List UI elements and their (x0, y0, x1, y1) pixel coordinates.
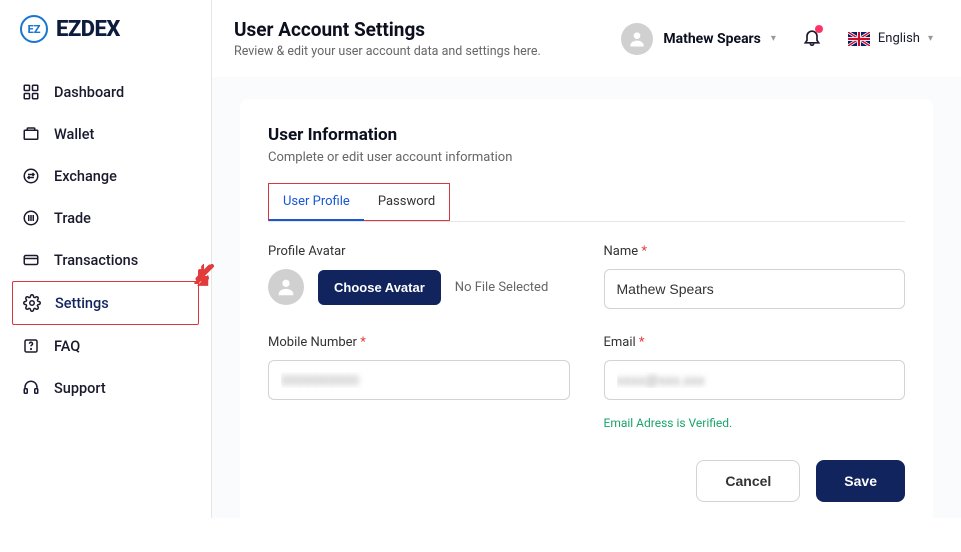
language-label: English (878, 31, 920, 46)
brand-mark-icon: EZ (20, 15, 48, 43)
sidebar-item-label: Support (54, 380, 106, 397)
transactions-icon (22, 251, 40, 269)
sidebar-item-label: Dashboard (54, 84, 124, 101)
arrow-callout-icon (192, 264, 216, 288)
sidebar-item-trade[interactable]: Trade (12, 197, 199, 239)
field-mobile: Mobile Number * (268, 335, 570, 430)
notifications-button[interactable] (802, 27, 822, 51)
brand-logo[interactable]: EZ EZDEX (0, 15, 211, 63)
notification-dot-icon (815, 25, 823, 33)
file-status: No File Selected (455, 280, 549, 295)
page-subtitle: Review & edit your user account data and… (234, 44, 541, 59)
sidebar-item-faq[interactable]: FAQ (12, 325, 199, 367)
tabs-row: User Profile Password (268, 183, 905, 222)
sidebar-item-label: Transactions (54, 252, 138, 269)
sidebar-item-settings[interactable]: Settings (12, 281, 199, 325)
page-title: User Account Settings (234, 18, 541, 41)
field-avatar: Profile Avatar Choose Avatar No File Sel… (268, 244, 570, 309)
header: User Account Settings Review & edit your… (212, 0, 961, 77)
avatar-icon (621, 23, 653, 55)
sidebar-item-exchange[interactable]: Exchange (12, 155, 199, 197)
avatar-label: Profile Avatar (268, 244, 570, 259)
sidebar-item-dashboard[interactable]: Dashboard (12, 71, 199, 113)
sidebar-item-label: Wallet (54, 126, 94, 143)
uk-flag-icon (848, 32, 870, 46)
card-title: User Information (268, 125, 905, 145)
exchange-icon (22, 167, 40, 185)
save-button[interactable]: Save (816, 460, 905, 502)
tabs-callout: User Profile Password (268, 183, 450, 221)
chevron-down-icon: ▾ (928, 33, 933, 44)
email-label: Email * (604, 335, 906, 350)
field-name: Name * (604, 244, 906, 309)
mobile-label: Mobile Number * (268, 335, 570, 350)
sidebar-item-label: Exchange (54, 168, 117, 185)
sidebar-item-label: Settings (55, 295, 109, 312)
trade-icon (22, 209, 40, 227)
sidebar-item-label: Trade (54, 210, 91, 227)
form-actions: Cancel Save (268, 460, 905, 502)
brand-name: EZDEX (56, 17, 120, 42)
headset-icon (22, 379, 40, 397)
sidebar-item-transactions[interactable]: Transactions (12, 239, 199, 281)
tab-password[interactable]: Password (364, 184, 449, 220)
name-label: Name * (604, 244, 906, 259)
tab-user-profile[interactable]: User Profile (269, 184, 364, 221)
wallet-icon (22, 125, 40, 143)
choose-avatar-button[interactable]: Choose Avatar (318, 270, 441, 305)
cancel-button[interactable]: Cancel (696, 460, 800, 502)
sidebar: EZ EZDEX Dashboard Wallet Exchange (0, 0, 212, 518)
sidebar-item-label: FAQ (54, 338, 80, 355)
field-email: Email * Email Adress is Verified. (604, 335, 906, 430)
gear-icon (23, 294, 41, 312)
settings-card: User Information Complete or edit user a… (240, 99, 933, 530)
mobile-input[interactable] (268, 360, 570, 400)
sidebar-nav: Dashboard Wallet Exchange Trade (0, 63, 211, 409)
name-input[interactable] (604, 269, 906, 309)
card-subtitle: Complete or edit user account informatio… (268, 150, 905, 165)
sidebar-item-wallet[interactable]: Wallet (12, 113, 199, 155)
header-username: Mathew Spears (663, 31, 761, 47)
grid-icon (22, 83, 40, 101)
sidebar-item-support[interactable]: Support (12, 367, 199, 409)
email-input[interactable] (604, 360, 906, 400)
language-selector[interactable]: English ▾ (848, 31, 933, 46)
help-icon (22, 337, 40, 355)
main-area: User Account Settings Review & edit your… (212, 0, 961, 518)
user-menu[interactable]: Mathew Spears ▾ (621, 23, 776, 55)
avatar-preview-icon (268, 269, 304, 305)
email-verified-text: Email Adress is Verified. (604, 416, 906, 430)
chevron-down-icon: ▾ (771, 33, 776, 44)
